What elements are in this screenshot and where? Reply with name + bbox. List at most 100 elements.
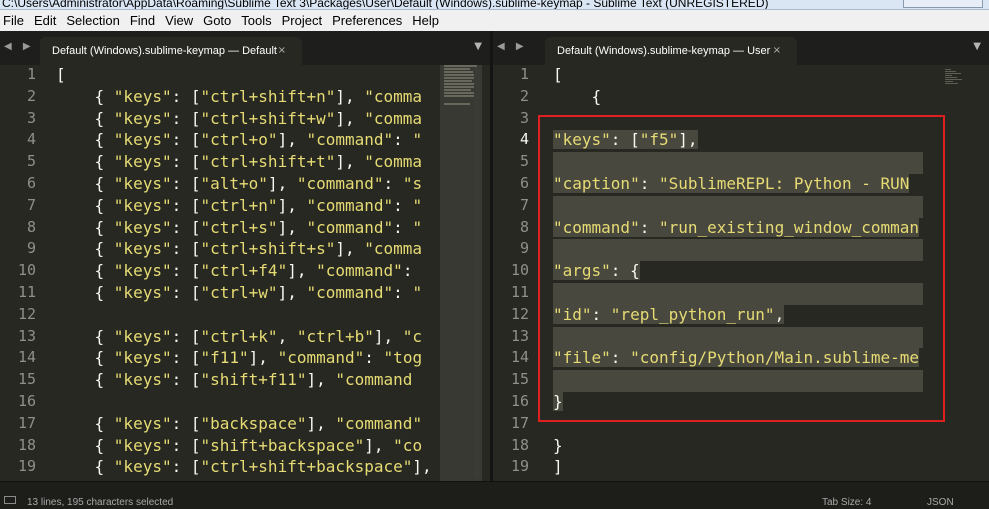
code-line[interactable]: } [553, 436, 923, 458]
code-line[interactable]: { "keys": ["ctrl+w"], "command": " [56, 283, 432, 305]
punctuation-token: { [56, 130, 114, 150]
string-token: "tog [383, 348, 423, 368]
code-line[interactable]: { "keys": ["ctrl+shift+n"], "comma [56, 87, 432, 109]
menu-project[interactable]: Project [277, 13, 327, 28]
tab-size-indicator[interactable]: Tab Size: 4 [822, 497, 871, 508]
code-line[interactable] [553, 239, 923, 262]
punctuation-token: { [56, 239, 114, 259]
code-line[interactable] [553, 109, 923, 131]
code-line[interactable]: { "keys": ["alt+o"], "command": "s [56, 174, 432, 196]
code-line[interactable]: "args": { [553, 261, 923, 283]
code-line[interactable]: "caption": "SublimeREPL: Python - RUN [553, 173, 923, 196]
tab-nav-arrows-icon[interactable]: ◀ ▶ [4, 41, 35, 52]
code-line[interactable]: { [553, 87, 923, 109]
line-number: 15 [510, 370, 529, 389]
string-token: "ctrl+o" [200, 130, 278, 150]
line-number: 17 [17, 413, 36, 432]
code-line[interactable] [56, 392, 432, 414]
code-line[interactable]: { "keys": ["ctrl+shift+w"], "comma [56, 109, 432, 131]
code-line[interactable]: { "keys": ["backspace"], "command" [56, 414, 432, 436]
minimap-line [945, 79, 962, 80]
minimap[interactable] [440, 65, 482, 481]
string-token: "SublimeREPL: Python - RUN [658, 173, 910, 193]
menu-find[interactable]: Find [125, 13, 160, 28]
code-line[interactable] [553, 326, 923, 349]
line-number: 8 [519, 217, 529, 236]
editor-pane-right[interactable]: 1 2 3 4 5 6 7 8 9 10 11 12 13 14 15 16 17 18 19 [ {"keys":… [493, 65, 989, 481]
line-number: 18 [510, 435, 529, 454]
code-line-text [553, 326, 923, 349]
tab-dropdown-icon[interactable]: ▼ [474, 41, 482, 52]
string-token: "f11" [200, 348, 249, 368]
code-line[interactable] [553, 370, 923, 392]
string-token: "comma [364, 86, 423, 106]
menu-tools[interactable]: Tools [236, 13, 276, 28]
code-line[interactable]: { "keys": ["shift+f11"], "command [56, 370, 432, 392]
window-controls[interactable] [903, 0, 983, 8]
code-line[interactable]: { "keys": ["ctrl+shift+t"], "comma [56, 152, 432, 174]
punctuation-token: : [ [171, 108, 201, 128]
code-line[interactable]: { "keys": ["ctrl+n"], "command": " [56, 196, 432, 218]
code-line[interactable]: { "keys": ["shift+backspace"], "co [56, 436, 432, 458]
line-number: 2 [519, 86, 529, 105]
code-line[interactable] [553, 152, 923, 174]
syntax-indicator[interactable]: JSON [927, 497, 954, 508]
tab-nav-arrows-icon[interactable]: ◀ ▶ [497, 41, 528, 52]
code-line[interactable] [56, 305, 432, 327]
code-line[interactable]: "file": "config/Python/Main.sublime-me [553, 348, 923, 370]
minimap[interactable] [941, 65, 983, 481]
line-number: 9 [26, 239, 36, 258]
menu-preferences[interactable]: Preferences [327, 13, 407, 28]
string-token: "keys" [113, 348, 172, 368]
code-line[interactable] [553, 414, 923, 436]
string-token: "shift+backspace" [200, 435, 365, 455]
code-line[interactable] [553, 195, 923, 218]
editor-pane-left[interactable]: 1 2 3 4 5 6 7 8 9 10 11 12 13 14 15 16 17 18 19 [ { "keys"… [0, 65, 490, 481]
code-line[interactable]: { "keys": ["ctrl+s"], "command": " [56, 218, 432, 240]
line-number: 17 [510, 413, 529, 432]
line-number-gutter: 1 2 3 4 5 6 7 8 9 10 11 12 13 14 15 16 17 18 19 [493, 65, 537, 479]
tab-user-keymap[interactable]: Default (Windows).sublime-keymap — User … [545, 37, 797, 65]
code-line[interactable]: { "keys": ["ctrl+f4"], "command": [56, 261, 432, 283]
tab-default-keymap[interactable]: Default (Windows).sublime-keymap — Defau… [40, 37, 302, 65]
line-number: 19 [17, 457, 36, 476]
code-line[interactable]: [ [553, 65, 923, 87]
code-area[interactable]: [ { "keys": ["f5"], "caption": "SublimeREP… [553, 65, 923, 479]
code-line[interactable]: { "keys": ["f11"], "command": "tog [56, 348, 432, 370]
code-line[interactable] [553, 282, 923, 305]
code-line[interactable]: "id": "repl_python_run", [553, 304, 923, 327]
line-number: 14 [510, 348, 529, 367]
menu-help[interactable]: Help [407, 13, 444, 28]
close-icon[interactable]: × [278, 45, 286, 56]
code-line[interactable]: { "keys": ["ctrl+o"], "command": " [56, 130, 432, 152]
panel-toggle-icon[interactable] [4, 496, 16, 504]
menu-file[interactable]: File [0, 13, 29, 28]
punctuation-token: : [ [171, 413, 201, 433]
code-line[interactable]: [ [56, 65, 432, 87]
code-line[interactable]: } [553, 391, 923, 414]
minimap-line [945, 83, 958, 84]
scrollbar[interactable] [474, 67, 480, 479]
menu-goto[interactable]: Goto [198, 13, 236, 28]
menu-view[interactable]: View [160, 13, 198, 28]
tab-bar-right: ◀ ▶ Default (Windows).sublime-keymap — U… [493, 31, 989, 65]
string-token: "ctrl+shift+backspace" [200, 457, 413, 477]
menu-edit[interactable]: Edit [29, 13, 61, 28]
code-line[interactable]: { "keys": ["ctrl+k", "ctrl+b"], "c [56, 327, 432, 349]
code-line[interactable]: { "keys": ["ctrl+shift+backspace"], [56, 457, 432, 479]
line-number: 3 [26, 108, 36, 127]
code-line[interactable]: "keys": ["f5"], [553, 130, 923, 152]
code-line[interactable]: ] [553, 457, 923, 479]
code-line-text: ] [553, 457, 563, 477]
code-area[interactable]: [ { "keys": ["ctrl+shift+n"], "comma { "… [56, 65, 432, 479]
close-icon[interactable]: × [773, 45, 781, 56]
punctuation-token: : [ [171, 195, 201, 215]
code-line[interactable]: "command": "run_existing_window_comman [553, 217, 923, 240]
menu-selection[interactable]: Selection [61, 13, 124, 28]
punctuation-token: : [639, 217, 659, 237]
tab-label: Default (Windows).sublime-keymap — User [557, 45, 771, 57]
tab-dropdown-icon[interactable]: ▼ [973, 41, 981, 52]
minimap-line [945, 69, 951, 70]
code-line[interactable]: { "keys": ["ctrl+shift+s"], "comma [56, 239, 432, 261]
code-line-text: { "keys": ["ctrl+f4"], "command": [56, 261, 413, 280]
